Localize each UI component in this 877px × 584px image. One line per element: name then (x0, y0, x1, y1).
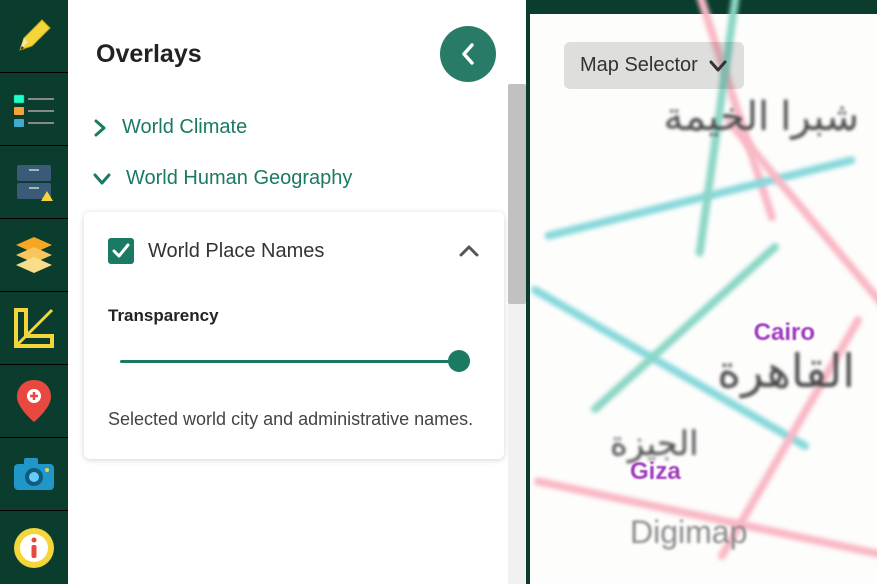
card-header: World Place Names (108, 238, 480, 264)
map-label-shubra: شبرا الخيمة (663, 94, 859, 140)
layer-title: World Place Names (148, 240, 324, 263)
map-background: شبرا الخيمة Cairo القاهرة الجيزة Giza Di… (530, 14, 877, 584)
collapse-panel-button[interactable] (440, 26, 496, 82)
map-watermark: Digimap (630, 514, 747, 551)
map-label-giza-en: Giza (630, 458, 681, 486)
collapse-card-button[interactable] (458, 244, 480, 258)
tool-marker[interactable] (0, 365, 68, 438)
layer-description: Selected world city and administrative n… (108, 406, 480, 433)
overlays-panel: Overlays World Climate World Human Geogr… (68, 0, 526, 584)
tool-layers[interactable] (0, 219, 68, 292)
chevron-down-icon (92, 171, 112, 187)
tool-camera[interactable] (0, 438, 68, 511)
category-label: World Human Geography (126, 167, 352, 190)
slider-thumb[interactable] (448, 350, 470, 372)
category-world-climate[interactable]: World Climate (82, 102, 506, 153)
scroll-thumb[interactable] (508, 84, 526, 304)
layers-icon (12, 233, 56, 277)
chevron-left-icon (460, 42, 476, 66)
chevron-up-icon (458, 244, 480, 258)
pencil-icon (14, 16, 54, 56)
panel-body: World Climate World Human Geography Worl… (68, 102, 526, 584)
layer-checkbox[interactable] (108, 238, 134, 264)
drawers-icon (13, 161, 55, 203)
camera-icon (12, 456, 56, 492)
category-label: World Climate (122, 116, 247, 139)
ruler-icon (12, 306, 56, 350)
transparency-slider[interactable] (120, 348, 468, 378)
panel-header: Overlays (68, 0, 526, 102)
chevron-right-icon (92, 118, 108, 138)
map-selector-label: Map Selector (580, 54, 698, 77)
chevron-down-icon (708, 59, 728, 73)
map-area[interactable]: شبرا الخيمة Cairo القاهرة الجيزة Giza Di… (530, 0, 877, 584)
tool-info[interactable] (0, 511, 68, 584)
slider-track (120, 360, 468, 363)
marker-icon (15, 378, 53, 424)
map-selector-button[interactable]: Map Selector (564, 42, 744, 89)
transparency-label: Transparency (108, 306, 480, 326)
tool-pencil[interactable] (0, 0, 68, 73)
sliders-icon (12, 91, 56, 127)
tool-ruler[interactable] (0, 292, 68, 365)
tool-drawers[interactable] (0, 146, 68, 219)
category-world-human-geography[interactable]: World Human Geography (82, 153, 506, 204)
scrollbar[interactable] (508, 84, 526, 584)
layer-card-world-place-names: World Place Names Transparency Selected … (84, 212, 504, 459)
map-label-cairo-ar: القاهرة (717, 344, 855, 398)
map-label-cairo-en: Cairo (754, 319, 815, 347)
tool-sliders[interactable] (0, 73, 68, 146)
toolbar (0, 0, 68, 584)
panel-title: Overlays (96, 40, 202, 69)
check-icon (112, 243, 130, 259)
map-road (723, 116, 877, 320)
info-icon (12, 526, 56, 570)
